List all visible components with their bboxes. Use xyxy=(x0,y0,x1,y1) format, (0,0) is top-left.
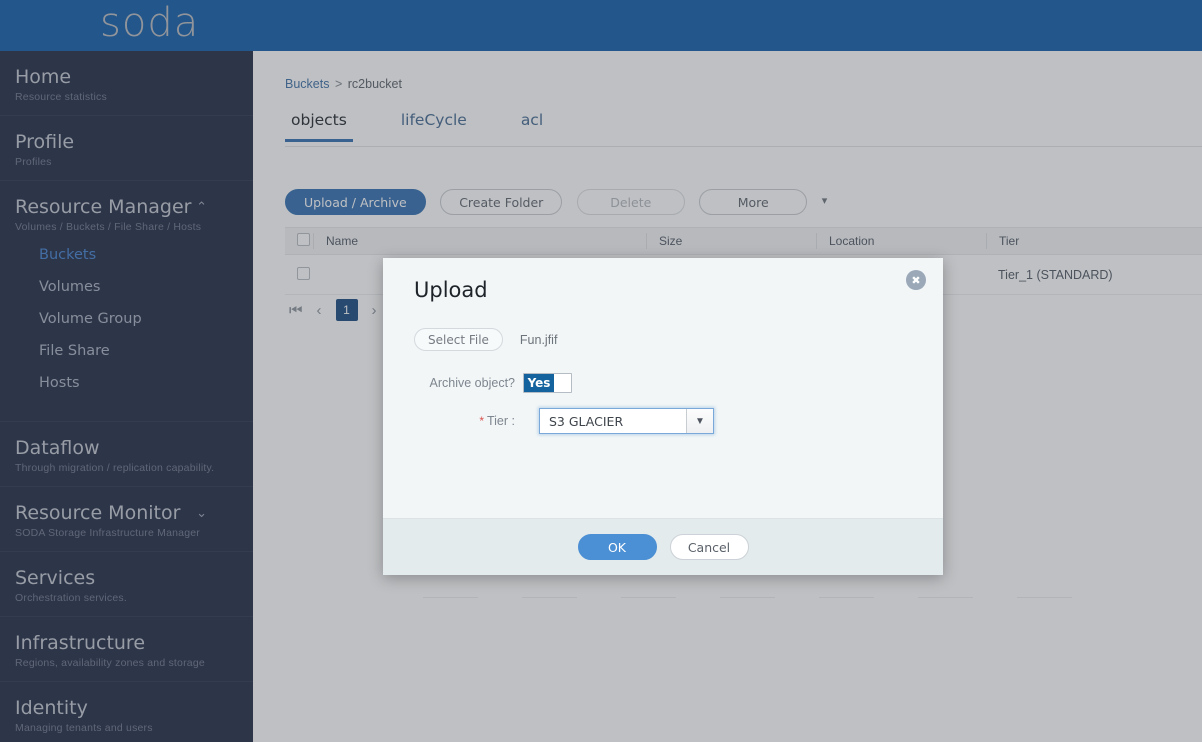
ok-button[interactable]: OK xyxy=(577,534,657,560)
archive-toggle-knob xyxy=(554,374,571,392)
chevron-down-icon[interactable]: ▼ xyxy=(686,409,713,433)
cancel-button[interactable]: Cancel xyxy=(669,534,749,560)
tier-row: * Tier : S3 GLACIER ▼ xyxy=(383,404,943,438)
archive-object-toggle[interactable]: Yes xyxy=(523,373,572,393)
tier-selected-value: S3 GLACIER xyxy=(549,413,624,429)
upload-dialog-body: Upload ✖ Select File Fun.jfif Archive ob… xyxy=(383,258,943,518)
tier-select[interactable]: S3 GLACIER ▼ xyxy=(539,408,714,434)
application-root: soda Home Resource statistics Profile Profi… xyxy=(0,0,1202,742)
tier-label-text: Tier : xyxy=(486,414,515,428)
file-select-row: Select File Fun.jfif xyxy=(414,328,557,351)
archive-toggle-value: Yes xyxy=(524,374,554,392)
tier-label: * Tier : xyxy=(383,414,525,428)
dialog-title: Upload xyxy=(414,278,488,302)
upload-dialog: Upload ✖ Select File Fun.jfif Archive ob… xyxy=(383,258,943,575)
archive-object-label: Archive object? xyxy=(429,376,515,390)
required-indicator: * xyxy=(479,414,484,428)
select-file-button[interactable]: Select File xyxy=(414,328,503,351)
archive-object-row: Archive object? Yes xyxy=(383,366,943,400)
dialog-footer: OK Cancel xyxy=(383,518,943,575)
selected-file-name: Fun.jfif xyxy=(519,332,558,347)
close-icon[interactable]: ✖ xyxy=(906,270,926,290)
